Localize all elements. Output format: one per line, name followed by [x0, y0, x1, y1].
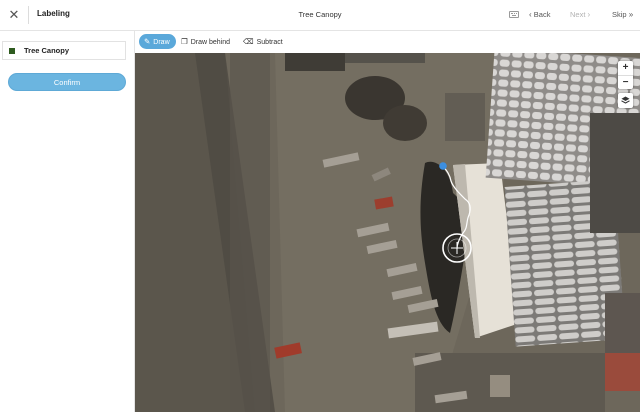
next-button[interactable]: Next ›	[570, 10, 590, 19]
keyboard-icon[interactable]	[509, 11, 519, 18]
zoom-in-button[interactable]: +	[618, 61, 633, 75]
layers-behind-icon: ❐	[181, 37, 188, 46]
label-item-tree-canopy[interactable]: Tree Canopy	[2, 41, 126, 60]
chevron-left-icon: ‹	[529, 10, 532, 19]
draw-tool-button[interactable]: ✎ Draw	[139, 34, 176, 49]
draw-behind-label: Draw behind	[190, 39, 231, 46]
pencil-icon: ✎	[144, 37, 151, 46]
draw-label: Draw	[153, 39, 170, 46]
back-label: Back	[533, 10, 551, 19]
satellite-imagery	[135, 53, 640, 412]
draw-behind-tool-button[interactable]: ❐ Draw behind	[181, 34, 230, 49]
layers-button[interactable]	[618, 93, 633, 108]
confirm-button[interactable]: Confirm	[8, 73, 126, 91]
skip-button[interactable]: Skip »	[612, 10, 633, 19]
chevron-right-icon: ›	[587, 10, 591, 19]
label-panel: Tree Canopy Confirm	[0, 31, 135, 412]
eraser-icon: ⌫	[243, 37, 254, 46]
layers-icon	[621, 96, 630, 104]
top-bar: ✕ Labeling Tree Canopy ‹ Back Next › Ski…	[0, 0, 640, 31]
zoom-out-button[interactable]: −	[618, 75, 633, 89]
label-name: Tree Canopy	[24, 46, 70, 55]
zoom-controls: + −	[618, 61, 633, 89]
subtract-tool-button[interactable]: ⌫ Subtract	[243, 34, 283, 49]
label-color-swatch	[9, 48, 15, 54]
double-chevron-right-icon: »	[628, 10, 634, 19]
next-label: Next	[570, 10, 586, 19]
skip-label: Skip	[612, 10, 627, 19]
polygon-vertex[interactable]	[439, 162, 447, 170]
map-canvas[interactable]	[135, 53, 640, 412]
drawing-toolbar: ✎ Draw ❐ Draw behind ⌫ Subtract	[135, 31, 640, 53]
back-button[interactable]: ‹ Back	[529, 10, 550, 19]
subtract-label: Subtract	[256, 39, 283, 46]
